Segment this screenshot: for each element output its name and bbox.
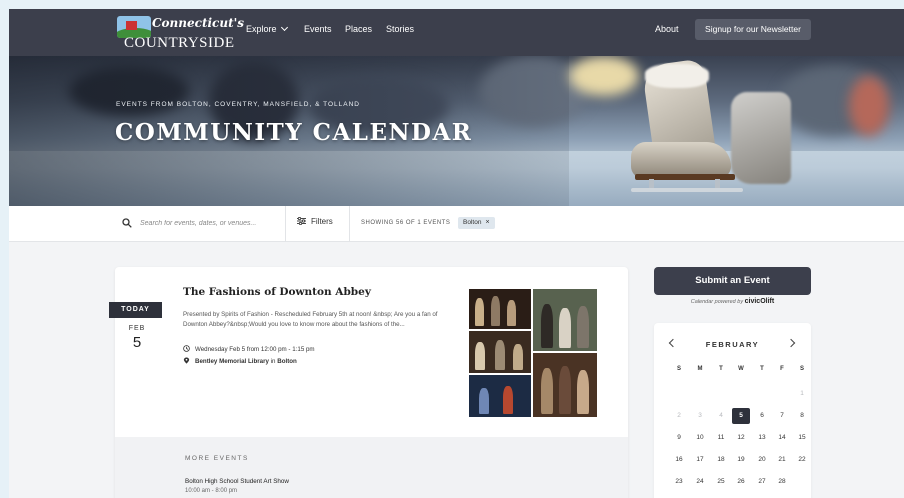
calendar-day[interactable]: 8: [793, 408, 811, 424]
divider: [285, 206, 286, 242]
chip-label: Bolton: [463, 219, 482, 226]
today-badge: TODAY: [109, 302, 162, 318]
map-pin-icon: [183, 357, 190, 364]
close-icon[interactable]: ×: [485, 219, 489, 226]
calendar-day[interactable]: 15: [793, 430, 811, 446]
powered-text: Calendar powered by: [690, 299, 744, 305]
photo-dresses-display: [469, 289, 531, 329]
calendar-day[interactable]: 2: [670, 408, 688, 424]
powered-by: Calendar powered by civicOlift: [654, 298, 811, 305]
calendar-day[interactable]: 14: [773, 430, 791, 446]
weekday-label: F: [780, 366, 784, 372]
calendar-day[interactable]: 19: [732, 452, 750, 468]
page-title: COMMUNITY CALENDAR: [115, 119, 473, 146]
calendar-day[interactable]: 4: [712, 408, 730, 424]
calendar-day[interactable]: 17: [691, 452, 709, 468]
calendar-day[interactable]: 16: [670, 452, 688, 468]
calendar-day[interactable]: 18: [712, 452, 730, 468]
calendar-day[interactable]: 13: [753, 430, 771, 446]
more-event-time: 10:00 am - 8:00 pm: [185, 488, 238, 494]
calendar-day[interactable]: 1: [793, 386, 811, 402]
calendar-day[interactable]: 9: [670, 430, 688, 446]
photo-gowns-room: [533, 289, 597, 351]
calendar-day[interactable]: 3: [691, 408, 709, 424]
divider: [349, 206, 350, 242]
calendar-day[interactable]: 5: [732, 408, 750, 424]
sliders-icon: [297, 217, 306, 225]
civiclift-logo[interactable]: civicOlift: [745, 298, 775, 305]
more-event-title[interactable]: Bolton High School Student Art Show: [185, 478, 289, 485]
clock-icon: [183, 345, 190, 352]
active-filter-chip[interactable]: Bolton ×: [458, 217, 495, 229]
calendar-day[interactable]: 25: [712, 474, 730, 490]
nav-explore-label: Explore: [246, 24, 277, 34]
event-title[interactable]: The Fashions of Downton Abbey: [183, 286, 371, 298]
calendar-day[interactable]: 11: [712, 430, 730, 446]
newsletter-signup-button[interactable]: Signup for our Newsletter: [695, 19, 811, 40]
results-count: SHOWING 56 OF 1 EVENTS: [361, 220, 451, 226]
top-nav: Connecticut's COUNTRYSIDE Explore Events…: [9, 9, 904, 56]
calendar-day[interactable]: 23: [670, 474, 688, 490]
calendar-day[interactable]: 21: [773, 452, 791, 468]
calendar-day[interactable]: 20: [753, 452, 771, 468]
hero-banner: EVENTS FROM BOLTON, COVENTRY, MANSFIELD,…: [9, 56, 904, 206]
search-icon: [122, 218, 132, 228]
calendar-day[interactable]: 22: [793, 452, 811, 468]
calendar-day[interactable]: 10: [691, 430, 709, 446]
more-events-heading: MORE EVENTS: [185, 455, 249, 462]
event-description: Presented by Spirits of Fashion - Resche…: [183, 311, 438, 328]
filter-bar: Filters SHOWING 56 OF 1 EVENTS Bolton×: [9, 206, 904, 242]
search-input[interactable]: [140, 216, 290, 231]
weekday-label: W: [738, 366, 744, 372]
event-location: Bentley Memorial Library in Bolton: [183, 357, 297, 365]
event-month: FEB: [128, 325, 146, 332]
event-town[interactable]: Bolton: [277, 358, 297, 365]
chevron-down-icon: [280, 23, 288, 32]
nav-explore[interactable]: Explore: [246, 23, 288, 34]
hero-kicker: EVENTS FROM BOLTON, COVENTRY, MANSFIELD,…: [116, 101, 360, 108]
event-photo-collage[interactable]: [469, 289, 599, 417]
weekday-label: T: [719, 366, 723, 372]
filters-button[interactable]: Filters: [297, 217, 333, 231]
calendar-day[interactable]: 28: [773, 474, 791, 490]
venue-separator: in: [270, 358, 276, 365]
event-when: Wednesday Feb 5 from 12:00 pm - 1:15 pm: [195, 346, 315, 353]
nav-about[interactable]: About: [655, 24, 679, 34]
weekday-label: T: [760, 366, 764, 372]
calendar-day[interactable]: 12: [732, 430, 750, 446]
logo-script-text: Connecticut's: [152, 16, 245, 30]
nav-stories[interactable]: Stories: [386, 24, 414, 34]
event-time: Wednesday Feb 5 from 12:00 pm - 1:15 pm: [183, 345, 315, 353]
photo-blue-display: [469, 375, 531, 417]
calendar-day[interactable]: 6: [753, 408, 771, 424]
event-venue[interactable]: Bentley Memorial Library: [195, 358, 269, 365]
site-logo[interactable]: Connecticut's COUNTRYSIDE: [117, 14, 244, 52]
filters-label: Filters: [311, 217, 333, 226]
weekday-label: S: [676, 366, 681, 372]
photo-period-gowns: [533, 353, 597, 417]
calendar-day[interactable]: 7: [773, 408, 791, 424]
page-frame: Connecticut's COUNTRYSIDE Explore Events…: [9, 9, 904, 498]
submit-event-button[interactable]: Submit an Event: [654, 267, 811, 295]
ice-skate-image: [631, 58, 751, 198]
event-day: 5: [132, 334, 142, 351]
weekday-label: S: [799, 366, 804, 372]
weekday-label: M: [697, 366, 703, 372]
nav-places[interactable]: Places: [345, 24, 372, 34]
nav-events[interactable]: Events: [304, 24, 332, 34]
photo-costumes: [469, 331, 531, 373]
calendar-day[interactable]: 24: [691, 474, 709, 490]
calendar-day[interactable]: 27: [753, 474, 771, 490]
logo-main-text: COUNTRYSIDE: [124, 35, 235, 51]
calendar-day[interactable]: 26: [732, 474, 750, 490]
